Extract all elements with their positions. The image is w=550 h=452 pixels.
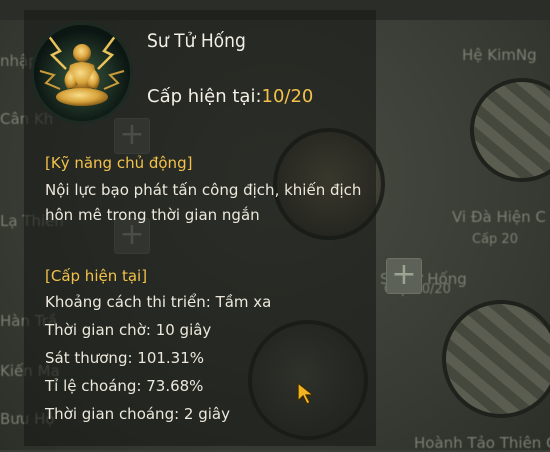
level-value: 10/20 — [261, 86, 314, 107]
stat-damage: Sát thương: 101.31% — [45, 349, 205, 367]
stat-cast-range: Khoảng cách thi triển: Tầm xa — [45, 293, 272, 311]
current-level-header: [Cấp hiện tại] — [45, 267, 148, 285]
level-label: Cấp hiện tại: — [147, 86, 262, 107]
skill-description: Nội lực bạo phát tấn công địch, khiến đị… — [45, 181, 362, 224]
stat-stun-chance: Tỉ lệ choáng: 73.68% — [45, 377, 204, 395]
stat-cooldown: Thời gian chờ: 10 giây — [45, 321, 212, 339]
stat-stun-duration: Thời gian choáng: 2 giây — [45, 405, 230, 423]
bg-tab-label[interactable]: Hệ KimNg — [462, 46, 537, 64]
skill-title: Sư Tử Hống — [147, 30, 246, 52]
active-skill-header: [Kỹ năng chủ động] — [45, 154, 193, 172]
bg-skill-name-right: Vi Đà Hiện C — [452, 208, 546, 226]
skill-level-row: Cấp hiện tại:10/20 — [147, 86, 313, 107]
skill-portrait-icon — [31, 22, 133, 124]
bg-skill-name-bottom: Hoành Tảo Thiên Qu — [414, 434, 550, 452]
bg-upgrade-plus-button[interactable]: + — [386, 258, 422, 294]
bg-skill-icon-right-bottom[interactable] — [442, 300, 550, 418]
mouse-cursor-icon — [297, 381, 315, 405]
bg-skill-level-right: Cấp 20 — [472, 232, 518, 247]
